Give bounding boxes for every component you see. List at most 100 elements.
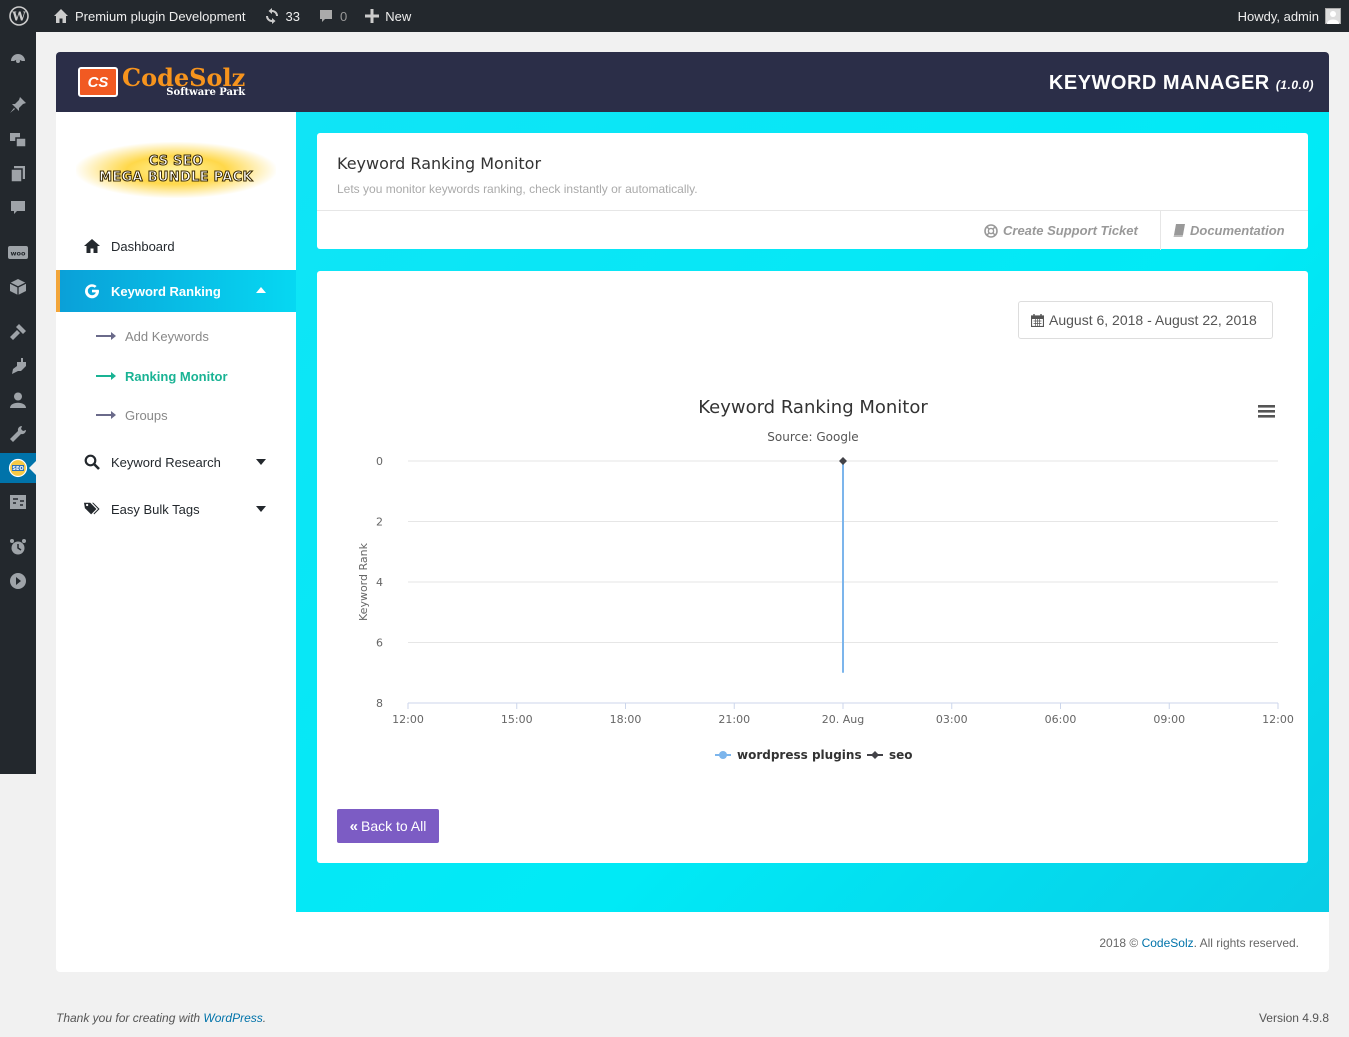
appearance-menu-icon[interactable] [0,317,36,347]
keyword-manager-menu-icon[interactable]: SEO [0,453,36,483]
plugin-sidebar: CS SEO MEGA BUNDLE PACK Dashboard Keywor… [56,112,296,912]
sidebar-item-keyword-ranking[interactable]: Keyword Ranking [56,270,296,312]
y-tick-label: 8 [376,697,383,710]
home-icon [54,9,68,23]
y-tick-label: 6 [376,637,383,650]
create-support-ticket-link[interactable]: Create Support Ticket [984,211,1138,250]
y-tick-label: 4 [376,576,383,589]
page-title: KEYWORD MANAGER (1.0.0) [1049,72,1314,95]
chart-card: Keyword Ranking Monitor Source: Google 0 2 4… [317,271,1308,863]
sidebar-item-keyword-research[interactable]: Keyword Research [56,441,296,483]
submenu-add-keywords[interactable]: Add Keywords [96,321,209,351]
x-tick-label: 12:00 [1262,713,1294,726]
sidebar-item-label: Keyword Ranking [111,283,221,299]
submenu-groups[interactable]: Groups [96,400,168,430]
legend-marker-wordpress-plugins [719,751,727,759]
logo-mark: CS [78,67,118,97]
bundle-line-1: CS SEO [148,154,204,170]
posts-menu-icon[interactable] [0,90,36,120]
chart-menu-icon[interactable] [1258,405,1275,418]
admin-bar: W Premium plugin Development 33 0 New Ho… [0,0,1349,32]
back-to-all-button[interactable]: « Back to All [337,809,439,843]
copyright-suffix: . All rights reserved. [1193,936,1299,950]
wordpress-link[interactable]: WordPress [203,1011,262,1025]
x-tick-label: 09:00 [1153,713,1185,726]
bundle-banner[interactable]: CS SEO MEGA BUNDLE PACK [76,142,276,198]
sidebar-item-dashboard[interactable]: Dashboard [56,225,296,267]
data-point-seo [839,457,847,465]
tags-icon [84,501,100,517]
new-content-link[interactable]: New [356,0,420,32]
arrow-right-icon [96,372,116,380]
submenu-label: Groups [125,407,168,423]
caret-down-icon [256,506,266,512]
updates-count: 33 [285,8,300,24]
caret-up-icon [256,287,266,293]
wp-thanks-period: . [262,1011,267,1025]
arrow-right-icon [96,411,116,419]
dashboard-menu-icon[interactable] [0,45,36,75]
admin-menu: woo SEO [0,32,36,774]
docs-link-label: Documentation [1190,223,1285,238]
settings-menu-icon[interactable] [0,487,36,517]
x-tick-label: 21:00 [718,713,750,726]
arrow-right-icon [96,332,116,340]
app-title: KEYWORD MANAGER [1048,72,1270,94]
howdy-label: Howdy, admin [1237,8,1319,24]
products-menu-icon[interactable] [0,272,36,302]
new-label: New [385,8,412,24]
site-name-label: Premium plugin Development [75,8,246,24]
chart-subtitle: Source: Google [767,430,858,444]
double-chevron-left-icon: « [349,817,358,835]
pages-menu-icon[interactable] [0,159,36,189]
comments-menu-icon[interactable] [0,193,36,223]
updates-link[interactable]: 33 [255,0,309,32]
svg-text:W: W [11,10,26,24]
comments-count: 0 [340,8,348,24]
card-title: Keyword Ranking Monitor [337,154,542,173]
plugin-header: CS CodeSolz Software Park KEYWORD MANAGE… [56,52,1329,112]
plus-icon [365,9,380,23]
google-icon [84,283,100,299]
caret-down-icon [256,459,266,465]
svg-text:woo: woo [11,250,26,258]
tools-menu-icon[interactable] [0,419,36,449]
submenu-ranking-monitor[interactable]: Ranking Monitor [96,361,228,391]
wordpress-logo-icon[interactable]: W [0,0,44,32]
card-subtitle: Lets you monitor keywords ranking, check… [337,182,698,196]
x-tick-label: 20. Aug [822,713,864,726]
submenu-label: Add Keywords [125,328,209,344]
copyright-prefix: 2018 © [1099,936,1142,950]
legend-label-seo: seo [889,748,913,762]
users-menu-icon[interactable] [0,385,36,415]
codesolz-link[interactable]: CodeSolz [1142,936,1194,950]
date-range-picker[interactable]: August 6, 2018 - August 22, 2018 [1018,301,1273,339]
sidebar-item-easy-bulk-tags[interactable]: Easy Bulk Tags [56,488,296,530]
woocommerce-menu-icon[interactable]: woo [0,238,36,268]
comments-link[interactable]: 0 [309,0,356,32]
legend-label-wordpress-plugins: wordpress plugins [737,748,862,762]
wp-version: Version 4.9.8 [1258,1011,1329,1025]
x-tick-label: 18:00 [610,713,642,726]
site-name-link[interactable]: Premium plugin Development [44,0,255,32]
collapse-menu-icon[interactable] [0,566,36,596]
refresh-icon [265,8,278,24]
plugins-menu-icon[interactable] [0,351,36,381]
legend-marker-seo [871,751,879,759]
cron-menu-icon[interactable] [0,532,36,562]
info-card: Keyword Ranking Monitor Lets you monitor… [317,133,1308,250]
y-tick-label: 0 [376,455,383,468]
codesolz-logo[interactable]: CS CodeSolz Software Park [78,66,245,98]
media-menu-icon[interactable] [0,125,36,155]
card-footer: Create Support Ticket Documentation [317,210,1308,250]
back-button-label: Back to All [360,818,427,834]
book-icon [1173,224,1185,237]
home-icon [84,239,100,253]
x-tick-label: 03:00 [936,713,968,726]
documentation-link[interactable]: Documentation [1173,211,1285,250]
search-icon [84,454,100,470]
svg-text:SEO: SEO [12,466,23,472]
my-account-link[interactable]: Howdy, admin [1229,0,1349,32]
calendar-icon [1031,313,1044,327]
x-tick-label: 12:00 [392,713,424,726]
